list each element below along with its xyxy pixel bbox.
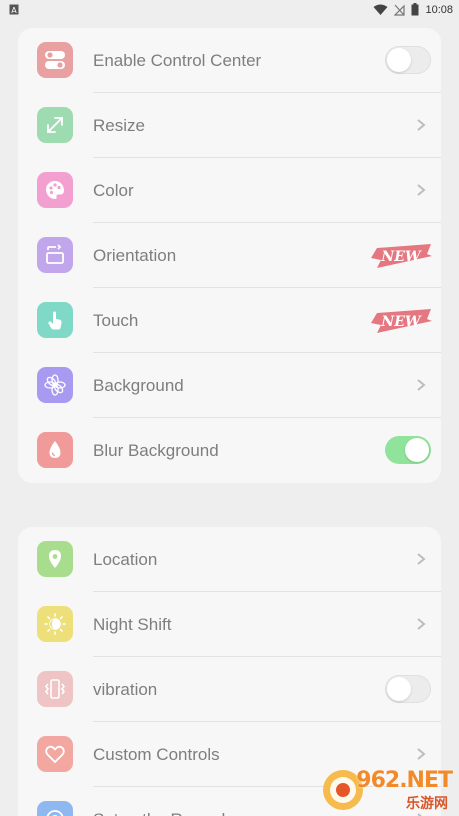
row-label: vibration [93, 680, 158, 699]
row-resize[interactable]: Resize [18, 93, 441, 158]
row-label: Blur Background [93, 441, 219, 460]
watermark-subtext: 乐游网 [406, 796, 448, 812]
flower-icon [37, 367, 73, 403]
new-badge: NEW [371, 309, 432, 333]
palette-icon [37, 172, 73, 208]
row-label: Touch [93, 311, 139, 330]
chevron-right-icon [417, 379, 426, 391]
row-label: Night Shift [93, 615, 172, 634]
toggle-knob [405, 438, 429, 462]
row-label: Custom Controls [93, 745, 220, 764]
battery-icon [411, 3, 419, 16]
svg-text:NEW: NEW [380, 249, 421, 265]
row-label: Orientation [93, 246, 177, 265]
chevron-right-icon [417, 184, 426, 196]
watermark-text: 962.NET [356, 768, 453, 793]
row-enable-control-center[interactable]: Enable Control Center [18, 28, 441, 93]
row-label: Resize [93, 116, 145, 135]
row-label: Background [93, 376, 184, 395]
orientation-icon [37, 237, 73, 273]
touch-hand-icon [37, 302, 73, 338]
row-label: Location [93, 550, 158, 569]
heart-icon [37, 736, 73, 772]
svg-text:A: A [11, 6, 17, 15]
water-drop-icon [37, 432, 73, 468]
site-watermark: 962.NET 乐游网 [318, 766, 458, 814]
settings-group-primary: Enable Control Center Resize Color Orien… [18, 28, 441, 483]
chevron-right-icon [417, 553, 426, 565]
toggle-knob [387, 48, 411, 72]
toggle-knob [387, 677, 411, 701]
row-label: Enable Control Center [93, 51, 262, 70]
blur-background-toggle[interactable] [385, 436, 431, 464]
chevron-right-icon [417, 748, 426, 760]
vibration-phone-icon [37, 671, 73, 707]
row-location[interactable]: Location [18, 527, 441, 592]
row-night-shift[interactable]: Night Shift [18, 592, 441, 657]
location-pin-icon [37, 541, 73, 577]
status-bar: A 10:08 [0, 0, 459, 20]
chevron-right-icon [417, 618, 426, 630]
row-label: Color [93, 181, 134, 200]
svg-text:NEW: NEW [380, 314, 421, 330]
chevron-right-icon [417, 119, 426, 131]
row-label: Setup the Record [93, 787, 225, 816]
row-touch[interactable]: Touch NEW [18, 288, 441, 353]
app-notification-icon: A [9, 4, 19, 15]
no-signal-icon [394, 4, 406, 16]
record-icon [37, 801, 73, 816]
row-blur-background[interactable]: Blur Background [18, 418, 441, 483]
new-badge: NEW [371, 244, 432, 268]
status-time: 10:08 [425, 3, 453, 16]
enable-control-center-toggle[interactable] [385, 46, 431, 74]
vibration-toggle[interactable] [385, 675, 431, 703]
sun-moon-icon [37, 606, 73, 642]
toggle-switch-icon [37, 42, 73, 78]
row-vibration[interactable]: vibration [18, 657, 441, 722]
wifi-icon [373, 4, 388, 15]
row-color[interactable]: Color [18, 158, 441, 223]
resize-arrows-icon [37, 107, 73, 143]
row-background[interactable]: Background [18, 353, 441, 418]
row-orientation[interactable]: Orientation NEW [18, 223, 441, 288]
